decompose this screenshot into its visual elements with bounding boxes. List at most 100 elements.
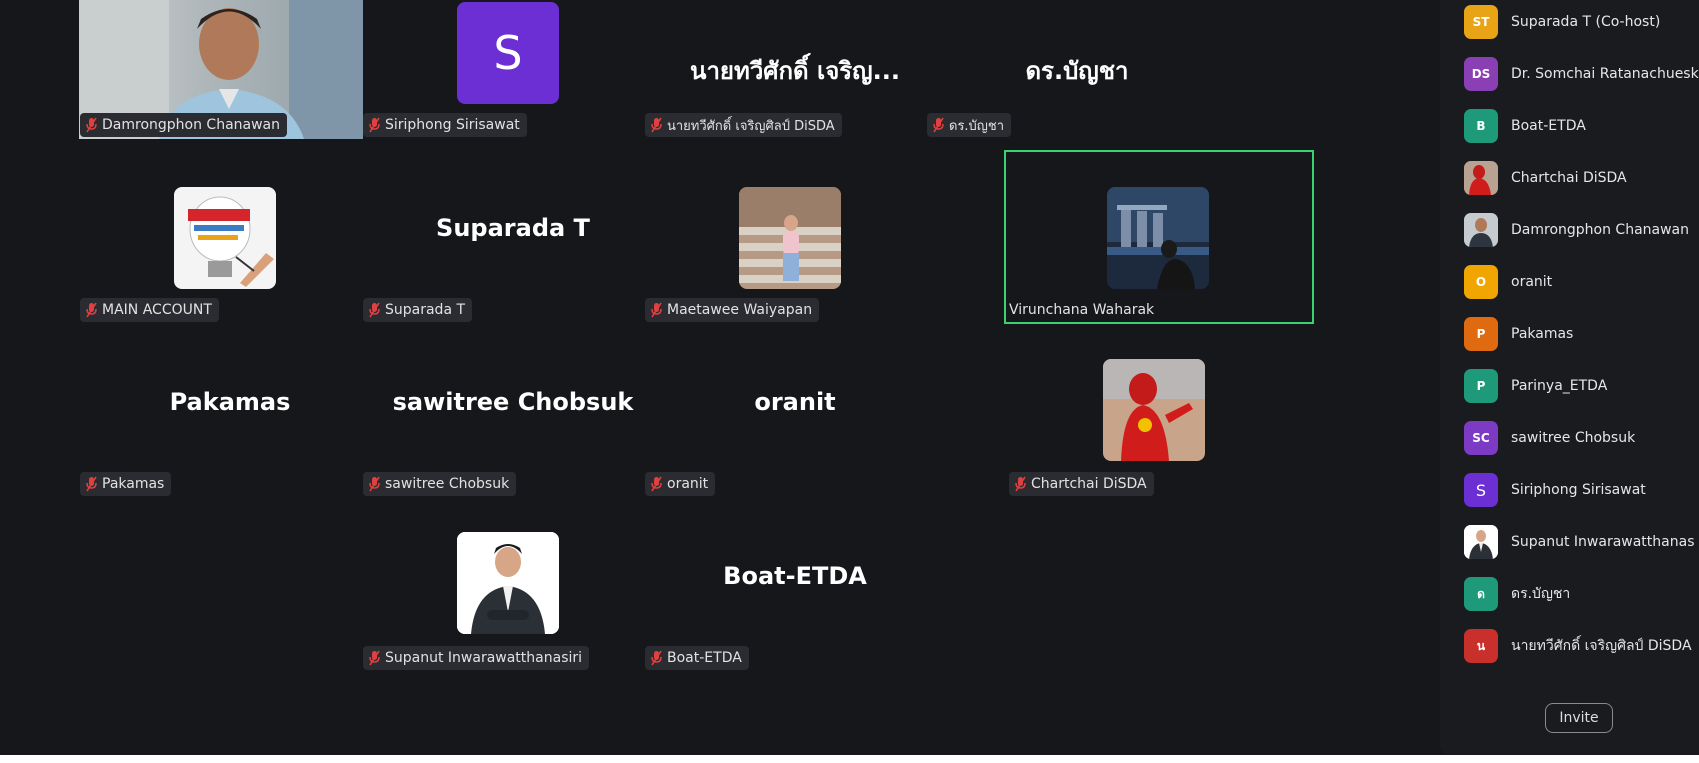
participant-name: Suparada T	[385, 302, 466, 318]
participant-list-name: sawitree Chobsuk	[1511, 430, 1636, 446]
person-avatar	[1464, 213, 1498, 247]
video-tile-active-speaker[interactable]: Virunchana Waharak	[1004, 150, 1314, 324]
participant-display-name: oranit	[754, 388, 836, 416]
participant-list-name: นายทวีศักดิ์ เจริญศิลป์ DiSDA	[1511, 638, 1692, 654]
video-tile[interactable]: Suparada T Suparada T	[360, 174, 666, 344]
participant-list-item[interactable]: DS Dr. Somchai Ratanachuesk	[1464, 57, 1699, 91]
participant-avatar: น	[1464, 629, 1498, 663]
video-tile[interactable]: Damrongphon Chanawan	[77, 0, 383, 159]
muted-mic-icon	[369, 650, 380, 666]
participant-name: Chartchai DiSDA	[1031, 476, 1147, 492]
video-tile[interactable]: sawitree Chobsuk sawitree Chobsuk	[360, 348, 666, 518]
video-tile[interactable]: oranit oranit	[642, 348, 948, 518]
participant-name: Maetawee Waiyapan	[667, 302, 813, 318]
muted-mic-icon	[369, 117, 380, 133]
participant-name-tag: Virunchana Waharak	[1007, 298, 1161, 322]
participant-list-item[interactable]: Supanut Inwarawatthanas	[1464, 525, 1694, 559]
participant-display-name: Suparada T	[436, 214, 590, 242]
person-on-stairs-photo	[739, 187, 841, 289]
video-tile[interactable]: S Siriphong Sirisawat	[360, 0, 666, 159]
participant-avatar: DS	[1464, 57, 1498, 91]
muted-mic-icon	[369, 476, 380, 492]
participant-display-name: นายทวีศักดิ์ เจริญ...	[690, 57, 900, 85]
video-tile[interactable]: Boat-ETDA Boat-ETDA	[642, 522, 948, 692]
participant-list-item[interactable]: ด ดร.บัญชา	[1464, 577, 1570, 611]
participant-avatar: S	[1464, 473, 1498, 507]
muted-mic-icon	[651, 117, 662, 133]
participant-list-name: Supanut Inwarawatthanas	[1511, 534, 1695, 550]
video-grid: Damrongphon Chanawan S Siriphong Sirisaw…	[0, 0, 1699, 755]
participant-name: ดร.บัญชา	[949, 118, 1005, 134]
participant-list-name: Dr. Somchai Ratanachuesk	[1511, 66, 1699, 82]
night-city-photo	[1107, 187, 1209, 289]
invite-button[interactable]: Invite	[1545, 703, 1613, 733]
participant-name-tag: Suparada T	[363, 298, 473, 322]
participant-name: Supanut Inwarawatthanasiri	[385, 650, 583, 666]
participant-display-name: Pakamas	[169, 388, 291, 416]
video-tile[interactable]: Maetawee Waiyapan	[642, 174, 948, 344]
man-in-suit-photo	[457, 532, 559, 634]
participant-list-item[interactable]: Damrongphon Chanawan	[1464, 213, 1689, 247]
video-tile[interactable]: Supanut Inwarawatthanasiri	[360, 522, 666, 692]
participant-list-item[interactable]: P Parinya_ETDA	[1464, 369, 1607, 403]
participant-list-item[interactable]: B Boat-ETDA	[1464, 109, 1586, 143]
participant-name: MAIN ACCOUNT	[102, 302, 212, 318]
superhero-costume-photo	[1103, 359, 1205, 461]
participant-name: Damrongphon Chanawan	[102, 117, 281, 133]
participant-name-tag: oranit	[645, 472, 716, 496]
participant-list-name: Pakamas	[1511, 326, 1574, 342]
participant-avatar: O	[1464, 265, 1498, 299]
muted-mic-icon	[86, 476, 97, 492]
participant-avatar: S	[457, 2, 559, 104]
participant-avatar: ด	[1464, 577, 1498, 611]
participant-name-tag: Maetawee Waiyapan	[645, 298, 820, 322]
participant-name: oranit	[667, 476, 709, 492]
participant-name-tag: Chartchai DiSDA	[1009, 472, 1154, 496]
participant-name-tag: sawitree Chobsuk	[363, 472, 517, 496]
project-lightbulb-picture	[174, 187, 276, 289]
participant-name-tag: นายทวีศักดิ์ เจริญศิลป์ DiSDA	[645, 113, 842, 137]
participant-name: sawitree Chobsuk	[385, 476, 510, 492]
participant-list-name: Damrongphon Chanawan	[1511, 222, 1690, 238]
participant-display-name: sawitree Chobsuk	[392, 388, 634, 416]
superhero-avatar	[1464, 161, 1498, 195]
participant-list-name: Parinya_ETDA	[1511, 378, 1608, 394]
participant-name-tag: MAIN ACCOUNT	[80, 298, 219, 322]
video-tile[interactable]: Chartchai DiSDA	[1006, 348, 1312, 518]
participant-list-name: Chartchai DiSDA	[1511, 170, 1627, 186]
participant-list-item[interactable]: P Pakamas	[1464, 317, 1573, 351]
participant-list-item[interactable]: O oranit	[1464, 265, 1552, 299]
participant-avatar: P	[1464, 369, 1498, 403]
participant-avatar: P	[1464, 317, 1498, 351]
participant-display-name: Boat-ETDA	[723, 562, 867, 590]
muted-mic-icon	[86, 117, 97, 133]
muted-mic-icon	[369, 302, 380, 318]
participant-name-tag: Boat-ETDA	[645, 646, 749, 670]
muted-mic-icon	[651, 476, 662, 492]
participant-name-tag: Siriphong Sirisawat	[363, 113, 527, 137]
video-tile[interactable]: ดร.บัญชา ดร.บัญชา	[924, 0, 1230, 159]
participant-list-item[interactable]: น นายทวีศักดิ์ เจริญศิลป์ DiSDA	[1464, 629, 1692, 663]
participant-avatar: SC	[1464, 421, 1498, 455]
muted-mic-icon	[651, 302, 662, 318]
participant-list-item[interactable]: Chartchai DiSDA	[1464, 161, 1627, 195]
participant-name-tag: Damrongphon Chanawan	[80, 113, 288, 137]
participant-list-name: Siriphong Sirisawat	[1511, 482, 1646, 498]
participant-name-tag: Pakamas	[80, 472, 172, 496]
participant-name-tag: Supanut Inwarawatthanasiri	[363, 646, 590, 670]
participant-list-item[interactable]: ST Suparada T (Co-host)	[1464, 5, 1660, 39]
participant-list-name: Boat-ETDA	[1511, 118, 1586, 134]
participant-name: นายทวีศักดิ์ เจริญศิลป์ DiSDA	[667, 118, 835, 134]
video-tile[interactable]: Pakamas Pakamas	[77, 348, 383, 518]
participant-list-name: ดร.บัญชา	[1511, 586, 1571, 602]
muted-mic-icon	[86, 302, 97, 318]
participant-list-item[interactable]: S Siriphong Sirisawat	[1464, 473, 1646, 507]
participant-list-name: Suparada T (Co-host)	[1511, 14, 1661, 30]
participant-avatar: ST	[1464, 5, 1498, 39]
participant-list-name: oranit	[1511, 274, 1553, 290]
muted-mic-icon	[651, 650, 662, 666]
participant-name: Siriphong Sirisawat	[385, 117, 520, 133]
participant-list-item[interactable]: SC sawitree Chobsuk	[1464, 421, 1635, 455]
video-tile[interactable]: MAIN ACCOUNT	[77, 174, 383, 344]
video-tile[interactable]: นายทวีศักดิ์ เจริญ... นายทวีศักดิ์ เจริญ…	[642, 0, 948, 159]
